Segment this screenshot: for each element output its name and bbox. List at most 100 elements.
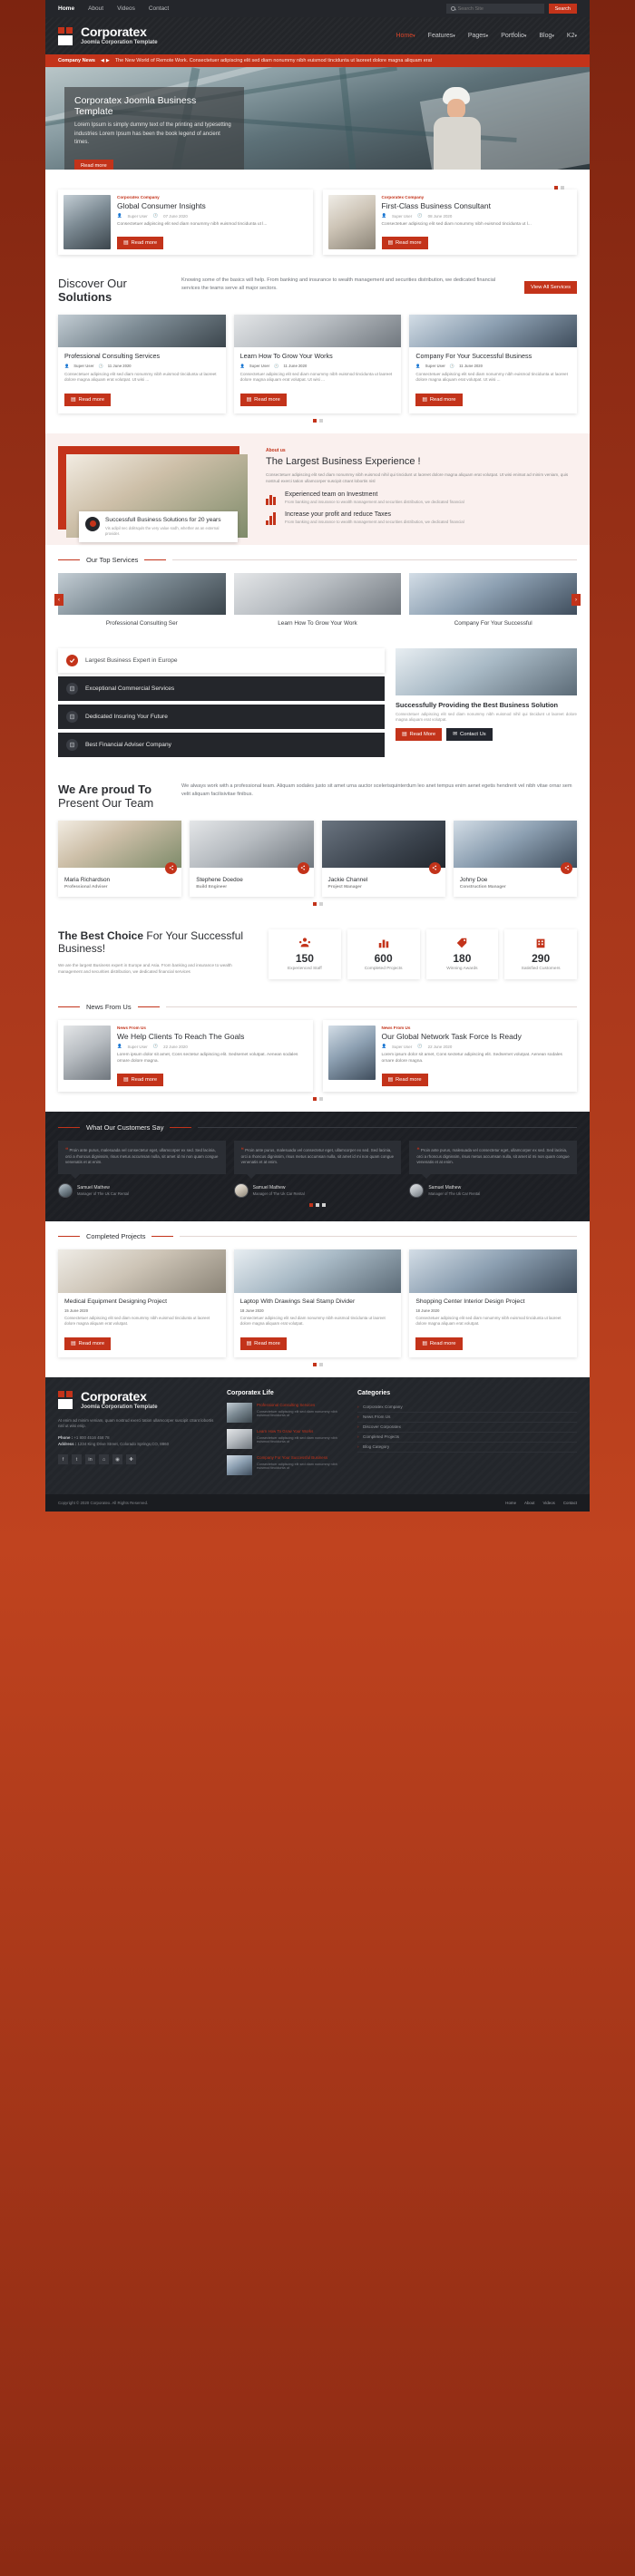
project-card[interactable]: Medical Equipment Designing Project 15 J… <box>58 1249 226 1357</box>
search-input[interactable] <box>457 5 531 12</box>
ticker-prev-icon[interactable]: ◀ <box>101 58 104 63</box>
footer-nav-contact[interactable]: Contact <box>563 1501 577 1505</box>
service-read-more-button[interactable]: ▤ Read more <box>415 393 463 406</box>
solution-contact-button[interactable]: ✉ Contact Us <box>446 728 493 742</box>
solutions-pager[interactable] <box>58 413 577 423</box>
share-icon[interactable] <box>561 861 572 874</box>
rss-icon[interactable]: ⌂ <box>99 1454 109 1465</box>
top-nav-videos[interactable]: Videos <box>117 5 135 12</box>
post-card[interactable]: Corporatex Company Global Consumer Insig… <box>58 190 313 255</box>
accordion-item-dedicated-insuring-your-future[interactable]: Dedicated Insuring Your Future <box>58 704 385 729</box>
top-nav-about[interactable]: About <box>88 5 103 12</box>
footer-category-link[interactable]: Corporatex Company <box>357 1403 577 1413</box>
carousel-item[interactable]: Company For Your Successful <box>409 572 578 627</box>
team-member[interactable]: Johny Doe Construction Manager <box>453 820 577 897</box>
google-plus-icon[interactable]: ✚ <box>126 1454 136 1465</box>
project-card[interactable]: Shopping Center Interior Design Project … <box>409 1249 578 1357</box>
news-card[interactable]: News From Us We Help Clients To Reach Th… <box>58 1020 313 1093</box>
news-card[interactable]: News From Us Our Global Network Task For… <box>322 1020 577 1093</box>
team-member[interactable]: Jackie Channel Project Manager <box>321 820 445 897</box>
brand-tagline: Joomla Corporation Template <box>81 40 158 45</box>
brand-logo[interactable]: Corporatex Joomla Corporation Template <box>58 25 158 46</box>
news-pager[interactable] <box>58 1092 577 1102</box>
carousel-prev-button[interactable]: ‹ <box>54 594 64 607</box>
footer-post[interactable]: Learn How To Grow Your Works Consectetue… <box>227 1428 345 1449</box>
search-box[interactable] <box>445 4 544 14</box>
search-button[interactable]: Search <box>548 4 577 14</box>
footer-nav-videos[interactable]: Videos <box>543 1501 555 1505</box>
team-member[interactable]: Stephene Doedoe Build Engineer <box>190 820 314 897</box>
nav-item-k2[interactable]: K2▾ <box>567 33 577 39</box>
nav-item-blog[interactable]: Blog▾ <box>539 33 554 39</box>
project-card[interactable]: Laptop With Drawings Seal Stamp Divider … <box>233 1249 402 1357</box>
project-read-more-button[interactable]: ▤ Read more <box>415 1337 463 1350</box>
project-title[interactable]: Shopping Center Interior Design Project <box>415 1298 571 1306</box>
twitter-icon[interactable]: t <box>72 1454 82 1465</box>
post-read-more-button[interactable]: ▤ Read more <box>117 237 164 249</box>
view-all-services-button[interactable]: View All Services <box>523 281 577 294</box>
pinterest-icon[interactable]: ◉ <box>112 1454 122 1465</box>
nav-item-home[interactable]: Home▾ <box>396 33 415 39</box>
accordion-item-largest-business-expert[interactable]: Largest Business Expert in Europe <box>58 647 385 673</box>
news-read-more-button[interactable]: ▤ Read more <box>381 1074 428 1087</box>
hero-read-more-button[interactable]: Read more <box>74 159 113 170</box>
nav-item-pages[interactable]: Pages▾ <box>468 33 488 39</box>
nav-item-portfolio[interactable]: Portfolio▾ <box>501 33 526 39</box>
share-icon[interactable] <box>165 861 178 874</box>
footer-post[interactable]: Company For Your Successful Business Con… <box>227 1454 345 1475</box>
carousel-item[interactable]: Learn How To Grow Your Work <box>233 572 402 627</box>
featured-posts-pager[interactable] <box>58 180 577 190</box>
footer-category-link[interactable]: Discover Corporatex <box>357 1423 577 1433</box>
service-title[interactable]: Company For Your Successful Business <box>415 352 571 361</box>
post-title[interactable]: First-Class Business Consultant <box>382 201 532 210</box>
carousel-item[interactable]: Professional Consulting Ser <box>58 572 226 627</box>
footer-nav-home[interactable]: Home <box>505 1501 516 1505</box>
ticker-next-icon[interactable]: ▶ <box>106 58 110 63</box>
footer-post-title[interactable]: Professional Consulting Services <box>257 1403 345 1408</box>
solution-read-more-button[interactable]: ▤ Read More <box>396 728 443 742</box>
testimonials-pager[interactable] <box>58 1198 577 1207</box>
service-title[interactable]: Learn How To Grow Your Works <box>240 352 396 361</box>
news-title[interactable]: Our Global Network Task Force Is Ready <box>382 1032 572 1041</box>
accordion-item-best-financial-adviser-company[interactable]: Best Financial Adviser Company <box>58 732 385 757</box>
service-title[interactable]: Professional Consulting Services <box>64 352 220 361</box>
testimonials-heading-rule: What Our Customers Say <box>58 1123 577 1132</box>
facebook-icon[interactable]: f <box>58 1454 68 1465</box>
service-card[interactable]: Professional Consulting Services 👤 Super … <box>58 315 226 413</box>
footer-nav-about[interactable]: About <box>524 1501 534 1505</box>
post-card[interactable]: Corporatex Company First-Class Business … <box>322 190 577 255</box>
project-title[interactable]: Laptop With Drawings Seal Stamp Divider <box>240 1298 396 1306</box>
top-nav-contact[interactable]: Contact <box>149 5 169 12</box>
news-read-more-button[interactable]: ▤ Read more <box>117 1074 164 1087</box>
post-title[interactable]: Global Consumer Insights <box>117 201 267 210</box>
service-read-more-button[interactable]: ▤ Read more <box>239 393 287 406</box>
project-read-more-button[interactable]: ▤ Read more <box>64 1337 112 1350</box>
projects-pager[interactable] <box>58 1357 577 1366</box>
team-pager[interactable] <box>58 897 577 906</box>
footer-category-link[interactable]: Blog Category <box>357 1443 577 1453</box>
team-member[interactable]: Maria Richardson Professional Adviser <box>58 820 182 897</box>
top-nav-home[interactable]: Home <box>58 5 74 12</box>
share-icon[interactable] <box>297 861 309 874</box>
ticker-text[interactable]: The New World of Remote Work. Consectetu… <box>115 58 433 63</box>
carousel-next-button[interactable]: › <box>572 594 581 607</box>
linkedin-icon[interactable]: in <box>85 1454 95 1465</box>
nav-item-features[interactable]: Features▾ <box>428 33 455 39</box>
news-title[interactable]: We Help Clients To Reach The Goals <box>117 1032 308 1041</box>
ticker-controls[interactable]: ◀ ▶ <box>101 58 110 63</box>
footer-category-link[interactable]: Completed Projects <box>357 1433 577 1443</box>
footer-post-title[interactable]: Company For Your Successful Business <box>257 1455 345 1461</box>
service-card[interactable]: Learn How To Grow Your Works 👤 Super User… <box>233 315 402 413</box>
project-title[interactable]: Medical Equipment Designing Project <box>64 1298 220 1306</box>
accordion-item-exceptional-commercial-services[interactable]: Exceptional Commercial Services <box>58 676 385 701</box>
post-read-more-button[interactable]: ▤ Read more <box>381 237 428 249</box>
footer-post[interactable]: Professional Consulting Services Consect… <box>227 1402 345 1423</box>
service-card[interactable]: Company For Your Successful Business 👤 Su… <box>409 315 578 413</box>
footer-logo[interactable]: Corporatex Joomla Corporation Template <box>58 1389 214 1411</box>
footer-category-link[interactable]: News From Us <box>357 1413 577 1423</box>
stat-number: 180 <box>453 951 472 965</box>
footer-post-title[interactable]: Learn How To Grow Your Works <box>257 1429 345 1434</box>
project-read-more-button[interactable]: ▤ Read more <box>239 1337 287 1350</box>
share-icon[interactable] <box>428 861 441 874</box>
service-read-more-button[interactable]: ▤ Read more <box>64 393 112 406</box>
